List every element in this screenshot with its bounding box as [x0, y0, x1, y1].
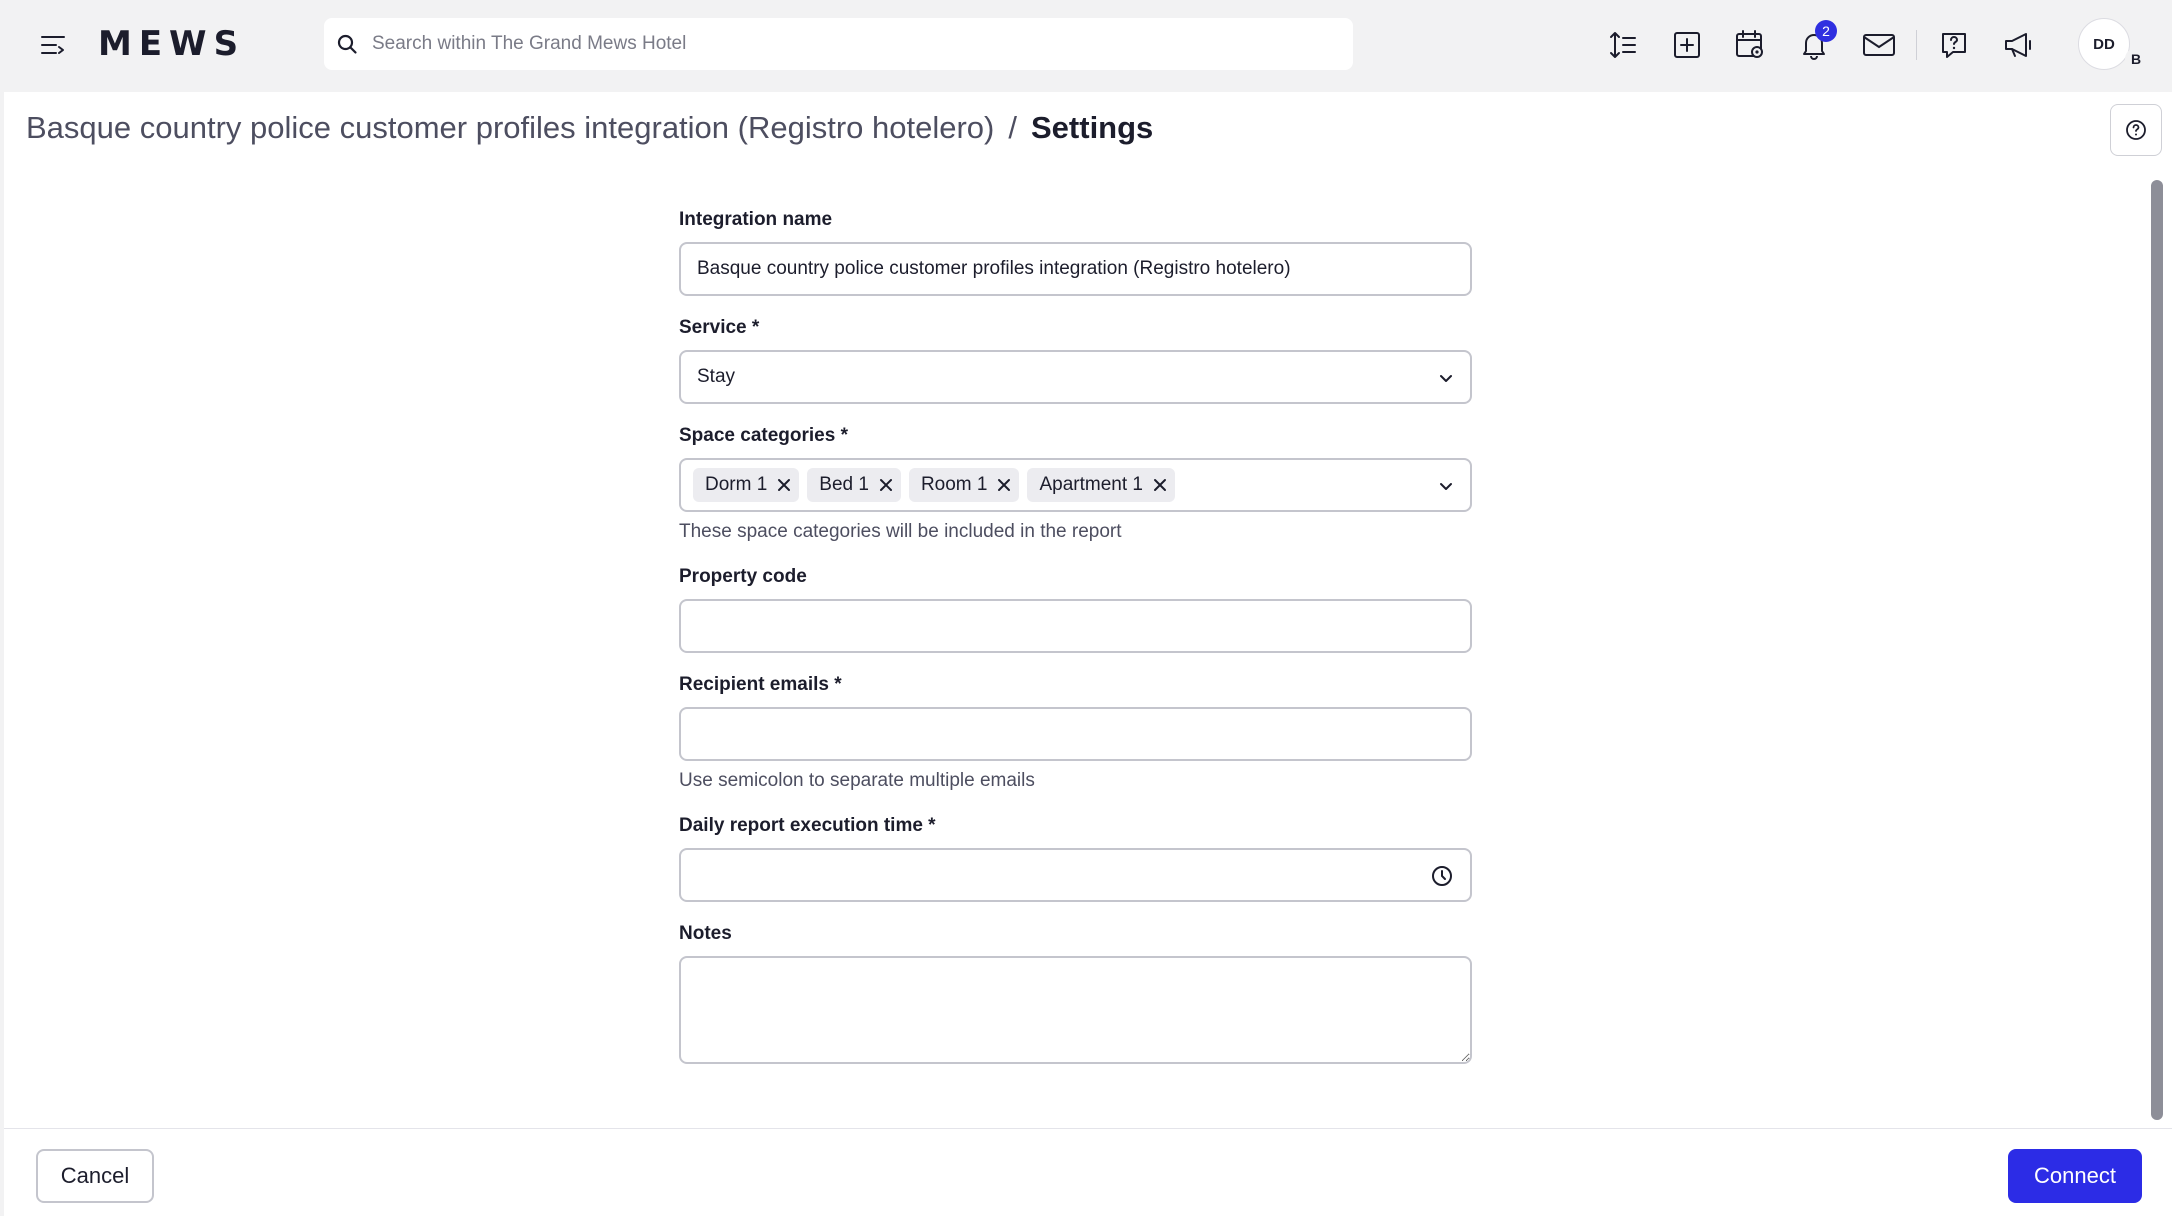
notes-field: Notes — [679, 922, 1472, 1069]
footer-actions: Cancel Connect — [4, 1128, 2172, 1216]
space-categories-field: Space categories * Dorm 1 Bed 1 Room 1 A… — [679, 424, 1472, 544]
chip-bed-1: Bed 1 — [807, 468, 901, 502]
page-title: Settings — [1031, 110, 1154, 145]
integration-name-field: Integration name — [679, 208, 1472, 296]
mail-icon[interactable] — [1860, 26, 1898, 64]
remove-chip-icon[interactable] — [997, 478, 1011, 492]
notes-label: Notes — [679, 923, 732, 944]
service-selected-value: Stay — [697, 366, 736, 387]
space-categories-multiselect[interactable]: Dorm 1 Bed 1 Room 1 Apartment 1 — [679, 458, 1472, 512]
question-circle-icon — [2126, 120, 2146, 140]
service-select[interactable]: Stay — [679, 350, 1472, 404]
chip-label: Apartment 1 — [1039, 474, 1143, 495]
connect-button[interactable]: Connect — [2008, 1149, 2142, 1203]
daily-report-time-field: Daily report execution time * — [679, 814, 1472, 902]
remove-chip-icon[interactable] — [879, 478, 893, 492]
property-code-control[interactable] — [679, 599, 1472, 653]
property-code-label: Property code — [679, 566, 807, 587]
property-badge: B — [2125, 48, 2147, 70]
daily-report-time-input[interactable] — [697, 864, 1397, 886]
menu-icon[interactable] — [36, 28, 70, 62]
global-search[interactable] — [324, 18, 1353, 70]
chip-label: Room 1 — [920, 474, 988, 495]
search-icon — [336, 33, 358, 55]
line-height-icon[interactable] — [1604, 26, 1642, 64]
chip-list: Dorm 1 Bed 1 Room 1 Apartment 1 — [693, 468, 1175, 502]
breadcrumb: Basque country police customer profiles … — [26, 108, 1153, 148]
recipient-emails-field: Recipient emails * Use semicolon to sepa… — [679, 673, 1472, 793]
chip-apartment-1: Apartment 1 — [1027, 468, 1175, 502]
top-bar: MEWS 2 DD B — [0, 0, 2172, 91]
integration-name-label: Integration name — [679, 209, 833, 230]
integration-name-control[interactable] — [679, 242, 1472, 296]
property-code-input[interactable] — [697, 615, 1397, 637]
clock-icon[interactable] — [1430, 864, 1454, 888]
remove-chip-icon[interactable] — [777, 478, 791, 492]
chip-dorm-1: Dorm 1 — [693, 468, 800, 502]
user-avatar[interactable]: DD — [2078, 18, 2130, 70]
daily-report-time-label: Daily report execution time * — [679, 815, 936, 836]
search-input[interactable] — [372, 33, 1332, 55]
bell-icon[interactable]: 2 — [1795, 20, 1837, 64]
daily-report-time-control[interactable] — [679, 848, 1472, 902]
integration-name-input[interactable] — [697, 258, 1397, 280]
breadcrumb-separator: / — [1008, 110, 1017, 145]
notes-textarea[interactable] — [679, 956, 1472, 1064]
recipient-emails-hint: Use semicolon to separate multiple email… — [679, 770, 1035, 791]
recipient-emails-label: Recipient emails * — [679, 674, 842, 695]
space-categories-hint: These space categories will be included … — [679, 521, 1122, 542]
mews-logo[interactable]: MEWS — [98, 22, 245, 66]
recipient-emails-input[interactable] — [697, 723, 1397, 745]
help-chat-icon[interactable] — [1935, 26, 1973, 64]
notification-badge: 2 — [1815, 20, 1837, 42]
add-icon[interactable] — [1668, 26, 1706, 64]
remove-chip-icon[interactable] — [1153, 478, 1167, 492]
megaphone-icon[interactable] — [2000, 26, 2038, 64]
chip-label: Bed 1 — [819, 474, 869, 495]
service-label: Service * — [679, 317, 760, 338]
chevron-down-icon[interactable] — [1436, 476, 1456, 496]
chip-room-1: Room 1 — [908, 468, 1020, 502]
breadcrumb-parent[interactable]: Basque country police customer profiles … — [26, 110, 994, 145]
calendar-icon[interactable] — [1731, 26, 1769, 64]
help-button[interactable] — [2110, 104, 2162, 156]
scrollbar-thumb[interactable] — [2151, 180, 2163, 1120]
property-code-field: Property code — [679, 565, 1472, 653]
space-categories-label: Space categories * — [679, 425, 848, 446]
cancel-button[interactable]: Cancel — [36, 1149, 154, 1203]
service-field: Service * Stay — [679, 316, 1472, 404]
recipient-emails-control[interactable] — [679, 707, 1472, 761]
toolbar-divider — [1916, 30, 1917, 60]
chevron-down-icon[interactable] — [1436, 368, 1456, 388]
chip-label: Dorm 1 — [705, 474, 768, 495]
